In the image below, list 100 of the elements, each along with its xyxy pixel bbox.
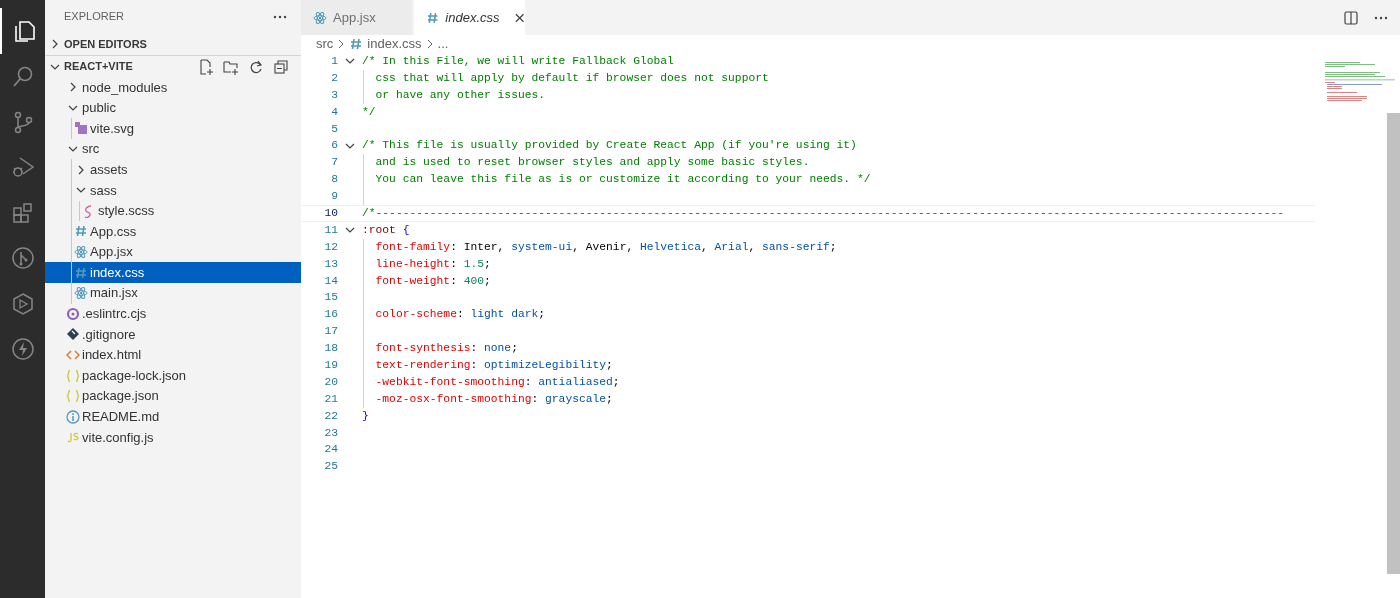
- diamond-icon: [66, 327, 80, 342]
- code-line: You can leave this file as is or customize it according to your needs. */: [374, 172, 871, 188]
- editor-tab[interactable]: index.css: [414, 0, 525, 35]
- code-line: -moz-osx-font-smoothing: grayscale;: [374, 391, 613, 407]
- tree-item[interactable]: .eslintrc.cjs: [45, 303, 301, 325]
- hexagon-play-icon[interactable]: [10, 291, 35, 316]
- code-line: /* This file is usually provided by Create React App (if you're using it): [362, 138, 857, 154]
- tree-item[interactable]: vite.svg: [45, 118, 301, 139]
- more-icon[interactable]: [1374, 15, 1388, 20]
- new-folder-icon[interactable]: [223, 58, 239, 75]
- code-line: font-weight: 400;: [374, 273, 491, 289]
- tree-item[interactable]: vite.config.js: [45, 427, 301, 448]
- code-line: }: [362, 408, 369, 424]
- code-line: /* In this File, we will write Fallback Global: [362, 54, 674, 69]
- line-number: 24: [323, 442, 338, 458]
- code-line: :root {: [362, 222, 410, 238]
- lightning-icon[interactable]: [10, 337, 35, 362]
- more-icon[interactable]: [273, 14, 287, 19]
- refresh-icon[interactable]: [248, 58, 264, 75]
- tree-item[interactable]: README.md: [45, 406, 301, 428]
- code-line: */: [362, 104, 376, 120]
- breadcrumb-item[interactable]: src: [316, 33, 334, 54]
- curly-braces-icon: [66, 389, 80, 404]
- hash-icon: [74, 224, 88, 239]
- tree-item[interactable]: src: [45, 138, 301, 160]
- line-number: 12: [323, 239, 338, 255]
- line-number: 15: [323, 290, 338, 306]
- code-line: or have any other issues.: [374, 87, 546, 103]
- tree-item[interactable]: style.scss: [45, 200, 301, 222]
- line-number: 14: [323, 273, 338, 289]
- code-line: color-scheme: light dark;: [374, 307, 546, 323]
- code-line: font-synthesis: none;: [374, 341, 518, 357]
- line-number: 17: [323, 324, 338, 340]
- breadcrumb-separator-icon: [425, 38, 434, 49]
- line-number: 7: [330, 155, 338, 171]
- breadcrumb-item[interactable]: index.css: [349, 33, 422, 54]
- hash-icon: [74, 265, 88, 280]
- line-number: 18: [323, 341, 338, 357]
- atom-icon: [74, 286, 88, 301]
- code-line: text-rendering: optimizeLegibility;: [374, 358, 613, 373]
- code-line: /*--------------------------------------------------------------------------------------------------------------------------------------: [362, 206, 1284, 221]
- line-number: 21: [323, 391, 338, 407]
- code-line: css that will apply by default if browser does not support: [374, 70, 769, 86]
- line-number: 2: [330, 70, 338, 86]
- section-header[interactable]: OPEN EDITORS: [45, 33, 301, 55]
- tree-item[interactable]: node_modules: [45, 77, 301, 98]
- line-number: 13: [323, 256, 338, 272]
- code-line: line-height: 1.5;: [374, 256, 491, 272]
- line-number: 16: [323, 307, 338, 323]
- tree-item[interactable]: index.html: [45, 344, 301, 366]
- code-brackets-icon: [66, 348, 80, 362]
- tree-item[interactable]: public: [45, 97, 301, 119]
- line-number: 9: [330, 189, 338, 205]
- line-number: 4: [330, 104, 338, 120]
- line-number: 23: [323, 425, 338, 441]
- tree-item[interactable]: package-lock.json: [45, 365, 301, 386]
- line-number: 20: [323, 374, 338, 390]
- line-number: 1: [330, 54, 338, 69]
- line-number: 10: [323, 206, 338, 221]
- collapse-all-icon[interactable]: [273, 58, 289, 75]
- tree-item[interactable]: sass: [45, 179, 301, 201]
- run-debug-icon[interactable]: [10, 155, 35, 180]
- atom-icon: [74, 245, 88, 260]
- code-line: -webkit-font-smoothing: antialiased;: [374, 374, 620, 390]
- hash-icon: [426, 10, 440, 25]
- line-number: 3: [330, 87, 338, 103]
- svg-file-icon: [74, 121, 88, 136]
- git-graph-icon[interactable]: [10, 246, 35, 271]
- tree-item[interactable]: index.css: [45, 262, 301, 283]
- line-number: 5: [330, 121, 338, 137]
- section-header[interactable]: REACT+VITE: [45, 55, 301, 77]
- code-line: and is used to reset browser styles and apply some basic styles.: [374, 155, 810, 171]
- line-number: 22: [323, 408, 338, 424]
- extensions-icon[interactable]: [10, 200, 35, 225]
- search-icon[interactable]: [10, 64, 35, 89]
- info-icon: [66, 409, 80, 424]
- line-number: 8: [330, 172, 338, 188]
- close-icon[interactable]: [513, 11, 525, 24]
- editor-tab[interactable]: App.jsx: [301, 0, 412, 35]
- tree-item[interactable]: App.jsx: [45, 241, 301, 263]
- curly-braces-icon: [66, 368, 80, 383]
- js-file-icon: [66, 430, 80, 445]
- atom-icon: [313, 10, 327, 25]
- hexagon-ring-icon: [66, 306, 80, 321]
- tree-item[interactable]: .gitignore: [45, 324, 301, 345]
- tree-item[interactable]: assets: [45, 159, 301, 180]
- tree-item[interactable]: main.jsx: [45, 282, 301, 304]
- split-editor-icon[interactable]: [1344, 10, 1358, 25]
- line-number: 6: [330, 138, 338, 154]
- hash-icon: [349, 36, 364, 51]
- breadcrumb-item[interactable]: ...: [437, 33, 449, 54]
- tree-item[interactable]: package.json: [45, 385, 301, 407]
- scrollbar-thumb[interactable]: [1387, 113, 1400, 574]
- code-line: font-family: Inter, system-ui, Avenir, Helvetica, Arial, sans-serif;: [374, 239, 837, 255]
- sidebar-title: EXPLORER: [64, 9, 124, 25]
- line-number: 25: [323, 459, 338, 475]
- new-file-icon[interactable]: [198, 58, 214, 75]
- line-number: 11: [323, 222, 338, 238]
- tree-item[interactable]: App.css: [45, 221, 301, 242]
- line-number: 19: [323, 358, 338, 373]
